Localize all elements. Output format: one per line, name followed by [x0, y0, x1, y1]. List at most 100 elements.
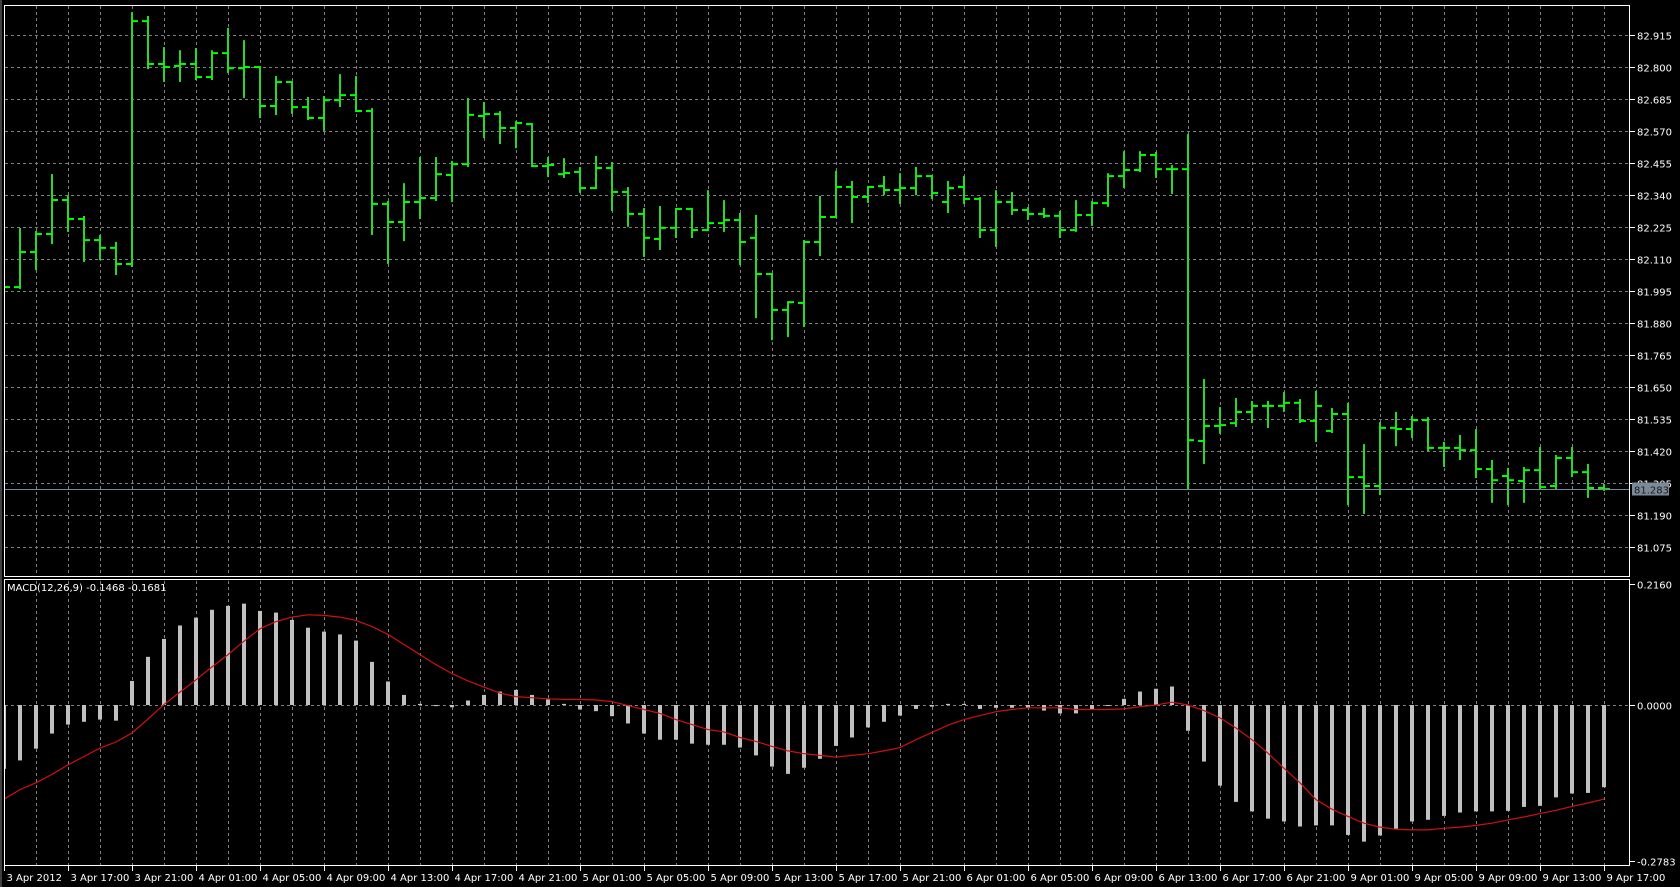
time-axis-label: 9 Apr 17:00 — [1607, 873, 1666, 884]
price-axis-label: 82.915 — [1637, 32, 1672, 43]
macd-histogram-bar — [866, 704, 870, 728]
time-axis-label: 3 Apr 2012 — [7, 873, 62, 884]
macd-histogram-bar — [1538, 704, 1542, 806]
price-axis-label: 82.110 — [1637, 256, 1672, 267]
macd-histogram-bar — [1554, 704, 1558, 798]
macd-histogram-bar — [418, 703, 422, 705]
time-axis-label: 6 Apr 21:00 — [1287, 873, 1346, 884]
macd-histogram-bar — [834, 704, 838, 746]
current-price-label: 81.283 — [1634, 486, 1669, 497]
macd-histogram-bar — [18, 704, 22, 761]
macd-histogram-bar — [754, 704, 758, 756]
macd-histogram-bar — [946, 703, 950, 705]
time-axis-label: 4 Apr 13:00 — [391, 873, 450, 884]
time-axis-label: 3 Apr 21:00 — [135, 873, 194, 884]
price-axis-label: 81.420 — [1637, 448, 1672, 459]
price-axis-label: 82.570 — [1637, 128, 1672, 139]
macd-histogram-bar — [930, 704, 934, 707]
macd-histogram-bar — [1314, 704, 1318, 826]
macd-histogram-bar — [962, 703, 966, 705]
macd-histogram-bar — [530, 694, 534, 705]
time-axis-label: 9 Apr 05:00 — [1415, 873, 1474, 884]
macd-histogram-bar — [578, 704, 582, 710]
macd-histogram-bar — [562, 703, 566, 705]
macd-histogram-bar — [818, 704, 822, 759]
current-price-marker: 81.283 — [1632, 482, 1669, 497]
macd-histogram-bar — [1058, 704, 1062, 714]
macd-histogram-bar — [242, 603, 246, 705]
macd-histogram-bar — [1234, 704, 1238, 802]
macd-histogram-bar — [1250, 704, 1254, 812]
macd-histogram-bar — [194, 617, 198, 705]
macd-histogram-bar — [610, 704, 614, 717]
macd-histogram-bar — [1378, 704, 1382, 836]
macd-histogram-bar — [386, 681, 390, 705]
macd-histogram-bar — [1410, 704, 1414, 822]
time-axis-label: 4 Apr 21:00 — [519, 873, 578, 884]
macd-histogram-bar — [546, 699, 550, 705]
time-axis-label: 5 Apr 21:00 — [903, 873, 962, 884]
macd-histogram-bar — [626, 704, 630, 724]
macd-histogram-bar — [1266, 704, 1270, 819]
macd-histogram-bar — [1586, 704, 1590, 793]
macd-histogram-bar — [786, 704, 790, 774]
time-axis-label: 5 Apr 17:00 — [839, 873, 898, 884]
macd-histogram-bar — [34, 704, 38, 749]
price-chart[interactable]: 82.915 82.800 82.685 82.570 82.455 82.340 82.2… — [0, 0, 1680, 887]
macd-histogram-bar — [898, 704, 902, 716]
macd-histogram-bar — [322, 631, 326, 705]
macd-histogram-bar — [162, 638, 166, 705]
macd-histogram-bar — [306, 627, 310, 705]
macd-histogram-bar — [770, 704, 774, 767]
macd-histogram-bar — [1106, 704, 1110, 706]
time-axis-label: 6 Apr 05:00 — [1031, 873, 1090, 884]
macd-histogram-bar — [130, 680, 134, 705]
macd-histogram-bar — [82, 704, 86, 722]
macd-histogram-bar — [1122, 698, 1126, 705]
price-axis-label: 82.455 — [1637, 160, 1672, 171]
time-axis-label: 9 Apr 01:00 — [1351, 873, 1410, 884]
macd-histogram-bar — [1394, 704, 1398, 829]
macd-histogram-bar — [1282, 704, 1286, 822]
macd-histogram-bar — [274, 612, 278, 705]
macd-histogram-bar — [514, 689, 518, 705]
time-axis-label: 6 Apr 09:00 — [1095, 873, 1154, 884]
macd-histogram-bar — [402, 694, 406, 705]
time-axis-label: 4 Apr 01:00 — [199, 873, 258, 884]
macd-histogram-bar — [1442, 704, 1446, 816]
price-axis-label: 82.340 — [1637, 192, 1672, 203]
macd-histogram-bar — [802, 704, 806, 768]
macd-histogram-bar — [354, 640, 358, 705]
macd-histogram-bar — [594, 704, 598, 712]
macd-histogram-bar — [1138, 691, 1142, 705]
macd-histogram-bar — [290, 619, 294, 705]
price-axis-label: 82.225 — [1637, 224, 1672, 235]
time-axis-label: 5 Apr 13:00 — [775, 873, 834, 884]
time-axis-label: 6 Apr 17:00 — [1223, 873, 1282, 884]
time-axis-label: 6 Apr 13:00 — [1159, 873, 1218, 884]
price-axis-label: 82.685 — [1637, 96, 1672, 107]
macd-histogram-bar — [1426, 704, 1430, 820]
macd-histogram-bar — [114, 704, 118, 721]
macd-histogram-bar — [66, 704, 70, 725]
macd-axis-label: 0.2160 — [1637, 581, 1672, 592]
macd-histogram-bar — [1522, 704, 1526, 807]
macd-histogram-bar — [978, 704, 982, 709]
time-axis-label: 3 Apr 17:00 — [71, 873, 130, 884]
price-axis-label: 81.535 — [1637, 416, 1672, 427]
macd-histogram-bar — [738, 704, 742, 748]
macd-histogram-bar — [850, 704, 854, 738]
time-axis-label: 5 Apr 09:00 — [711, 873, 770, 884]
macd-histogram-bar — [722, 704, 726, 745]
macd-histogram-bar — [882, 704, 886, 722]
price-axis-label: 82.800 — [1637, 64, 1672, 75]
macd-histogram-bar — [658, 704, 662, 740]
macd-histogram-bar — [1186, 704, 1190, 731]
macd-histogram-bar — [1490, 704, 1494, 812]
time-axis-label: 4 Apr 09:00 — [327, 873, 386, 884]
time-axis-label: 9 Apr 13:00 — [1543, 873, 1602, 884]
macd-histogram-bar — [1570, 704, 1574, 794]
macd-histogram-bar — [1458, 704, 1462, 813]
macd-histogram-bar — [1506, 704, 1510, 811]
macd-histogram-bar — [370, 661, 374, 705]
